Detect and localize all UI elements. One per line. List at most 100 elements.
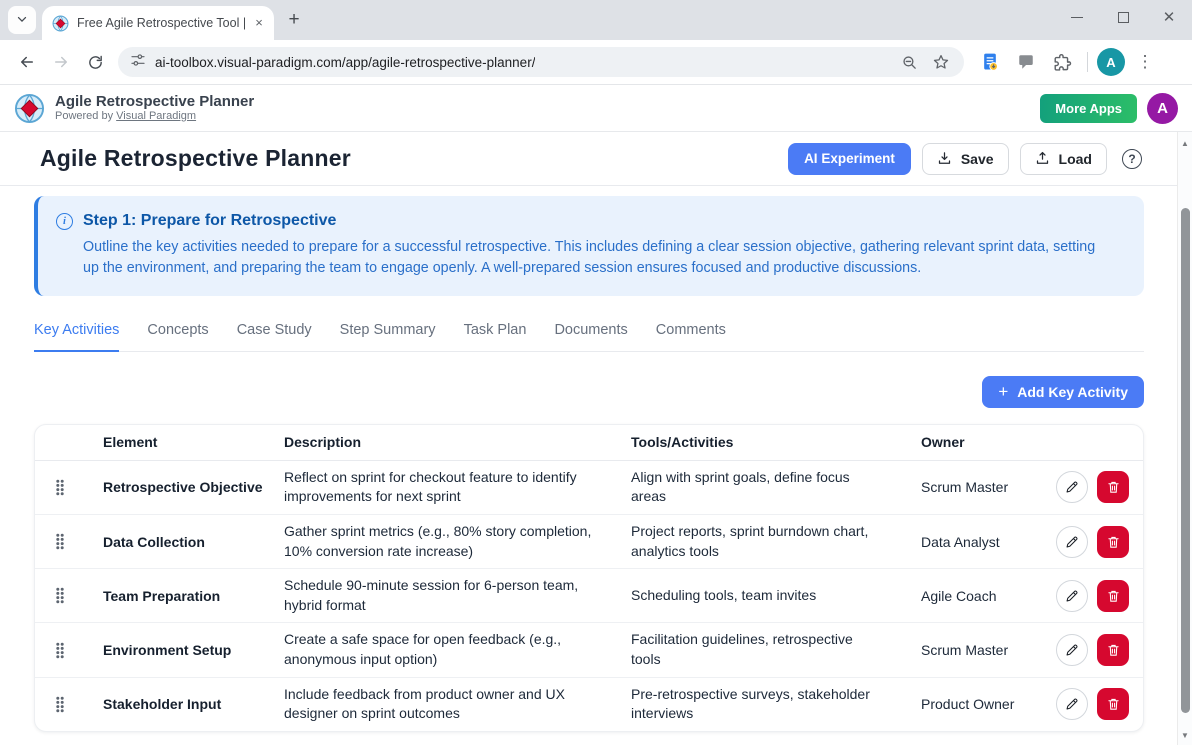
forward-arrow-icon [52,53,70,71]
owner-cell: Scrum Master [921,635,1049,665]
drag-handle-icon[interactable] [53,530,67,553]
star-icon [932,53,950,71]
browser-tab[interactable]: Free Agile Retrospective Tool | P × [42,6,274,40]
site-settings-icon[interactable] [130,52,146,73]
owner-cell: Data Analyst [921,527,1049,557]
delete-button[interactable] [1097,471,1129,503]
forward-button[interactable] [44,45,78,79]
new-tab-button[interactable]: + [280,6,308,34]
window-maximize-button[interactable] [1100,0,1146,34]
ai-experiment-button[interactable]: AI Experiment [788,143,911,175]
owner-cell: Product Owner [921,689,1049,719]
docs-offline-button[interactable] [974,46,1006,78]
element-cell: Environment Setup [103,635,284,665]
tab-comments[interactable]: Comments [656,322,726,352]
app-header-titles: Agile Retrospective Planner Powered by V… [55,93,254,123]
scrollbar-thumb[interactable] [1181,208,1190,713]
scrollbar-down-arrow[interactable]: ▼ [1178,728,1192,742]
tools-cell: Scheduling tools, team invites [631,579,921,613]
pencil-icon [1065,643,1079,657]
pencil-icon [1065,697,1079,711]
description-cell: Reflect on sprint for checkout feature t… [284,461,631,514]
add-key-activity-button[interactable]: + Add Key Activity [982,376,1144,408]
url-text[interactable]: ai-toolbox.visual-paradigm.com/app/agile… [155,55,535,70]
download-icon [937,151,952,166]
tab-concepts[interactable]: Concepts [147,322,208,352]
site-favicon-icon [52,15,69,32]
drag-handle-icon[interactable] [53,584,67,607]
powered-by-text: Powered by Visual Paradigm [55,110,254,123]
pencil-icon [1065,480,1079,494]
app-header-title: Agile Retrospective Planner [55,93,254,110]
tab-close-button[interactable]: × [250,14,268,32]
element-cell: Retrospective Objective [103,472,284,502]
zoom-out-button[interactable] [899,52,920,73]
table-header-row: Element Description Tools/Activities Own… [35,425,1143,461]
banner-description: Outline the key activities needed to pre… [83,237,1108,280]
visual-paradigm-link[interactable]: Visual Paradigm [116,110,196,122]
comment-bubble-button[interactable] [1010,46,1042,78]
docs-offline-icon [980,52,1000,72]
back-button[interactable] [10,45,44,79]
load-button-label: Load [1059,151,1092,167]
minimize-icon [1071,17,1083,18]
edit-button[interactable] [1056,634,1088,666]
upload-icon [1035,151,1050,166]
main-content: Agile Retrospective Planner AI Experimen… [0,132,1192,745]
drag-handle-icon[interactable] [53,476,67,499]
tab-title: Free Agile Retrospective Tool | P [77,16,246,30]
visual-paradigm-logo-icon [14,93,45,124]
tab-case-study[interactable]: Case Study [237,322,312,352]
delete-button[interactable] [1097,526,1129,558]
load-button[interactable]: Load [1020,143,1107,175]
key-activities-table: Element Description Tools/Activities Own… [34,424,1144,732]
element-cell: Team Preparation [103,581,284,611]
drag-handle-icon[interactable] [53,693,67,716]
edit-button[interactable] [1056,688,1088,720]
trash-icon [1107,535,1120,549]
description-cell: Schedule 90-minute session for 6-person … [284,569,631,622]
help-button[interactable]: ? [1120,147,1144,171]
app-user-avatar[interactable]: A [1147,93,1178,124]
tab-documents[interactable]: Documents [554,322,627,352]
browser-menu-button[interactable]: ⋮ [1129,46,1161,78]
back-arrow-icon [18,53,36,71]
browser-profile-avatar[interactable]: A [1097,48,1125,76]
save-button[interactable]: Save [922,143,1009,175]
owner-cell: Scrum Master [921,472,1049,502]
edit-button[interactable] [1056,580,1088,612]
zoom-out-icon [901,54,918,71]
trash-icon [1107,480,1120,494]
bookmark-star-button[interactable] [930,51,952,73]
description-cell: Gather sprint metrics (e.g., 80% story c… [284,515,631,568]
edit-button[interactable] [1056,471,1088,503]
window-minimize-button[interactable] [1054,0,1100,34]
owner-cell: Agile Coach [921,581,1049,611]
tab-search-button[interactable] [8,6,36,34]
three-dot-menu-icon: ⋮ [1137,52,1154,72]
delete-button[interactable] [1097,580,1129,612]
edit-button[interactable] [1056,526,1088,558]
add-key-activity-label: Add Key Activity [1017,384,1128,400]
table-row: Data Collection Gather sprint metrics (e… [35,515,1143,569]
browser-tab-strip: Free Agile Retrospective Tool | P × + ✕ [0,0,1192,40]
delete-button[interactable] [1097,688,1129,720]
drag-handle-icon[interactable] [53,639,67,662]
pencil-icon [1065,535,1079,549]
extensions-button[interactable] [1046,46,1078,78]
scrollbar-up-arrow[interactable]: ▲ [1178,136,1192,150]
reload-button[interactable] [78,45,112,79]
element-cell: Stakeholder Input [103,689,284,719]
window-close-button[interactable]: ✕ [1146,0,1192,34]
reload-icon [87,54,104,71]
tab-step-summary[interactable]: Step Summary [340,322,436,352]
tab-task-plan[interactable]: Task Plan [464,322,527,352]
maximize-icon [1118,12,1129,23]
more-apps-button[interactable]: More Apps [1040,94,1137,123]
extensions-puzzle-icon [1053,53,1072,72]
delete-button[interactable] [1097,634,1129,666]
page-scrollbar[interactable]: ▲ ▼ [1177,132,1192,745]
browser-window: Free Agile Retrospective Tool | P × + ✕ … [0,0,1192,745]
address-bar[interactable]: ai-toolbox.visual-paradigm.com/app/agile… [118,47,964,77]
tab-key-activities[interactable]: Key Activities [34,322,119,352]
